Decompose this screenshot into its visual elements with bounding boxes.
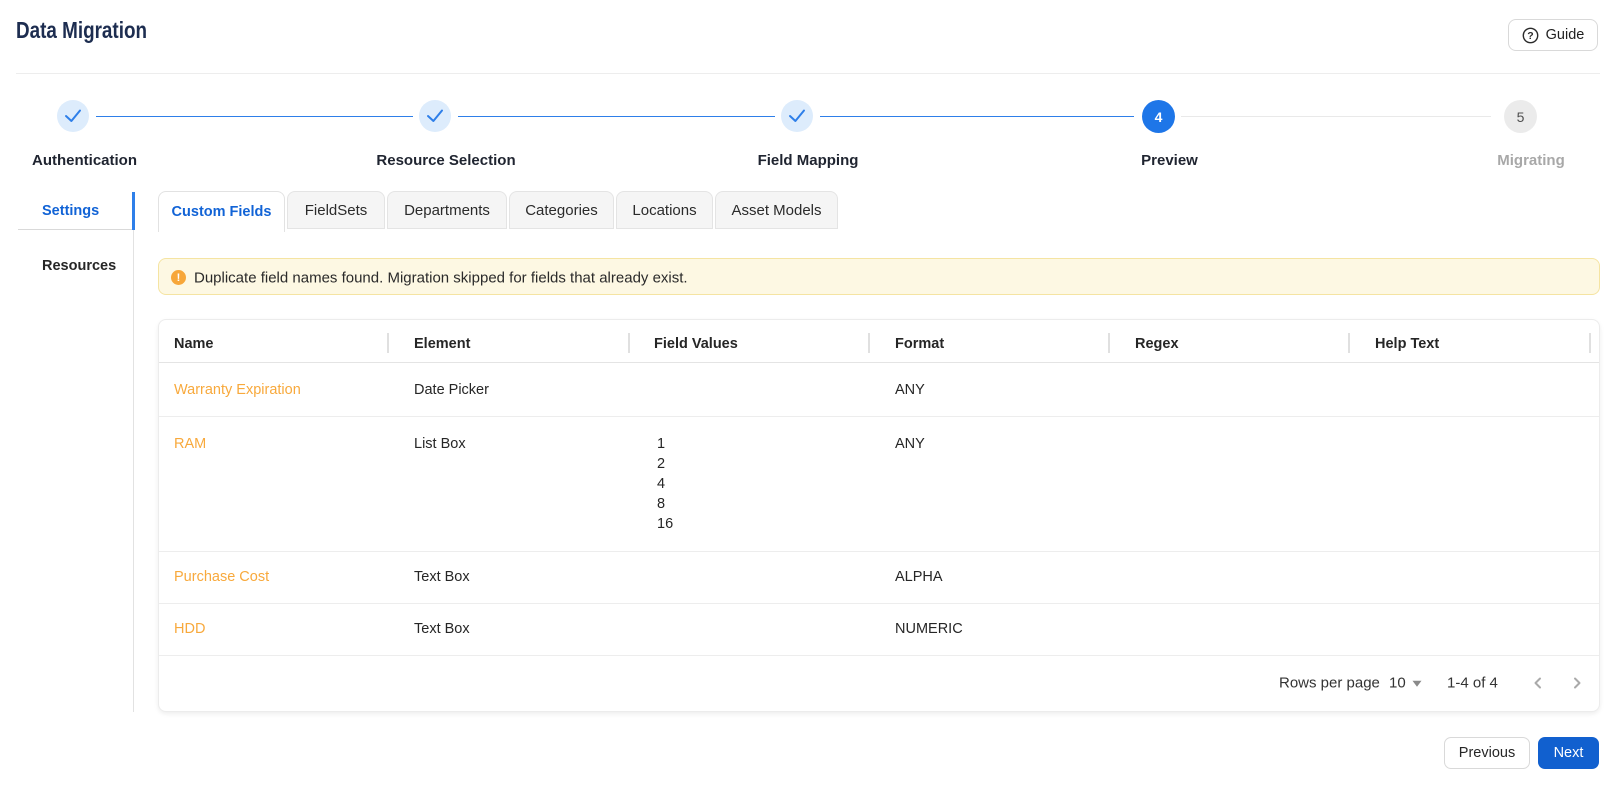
svg-text:?: ? [1527,30,1533,42]
